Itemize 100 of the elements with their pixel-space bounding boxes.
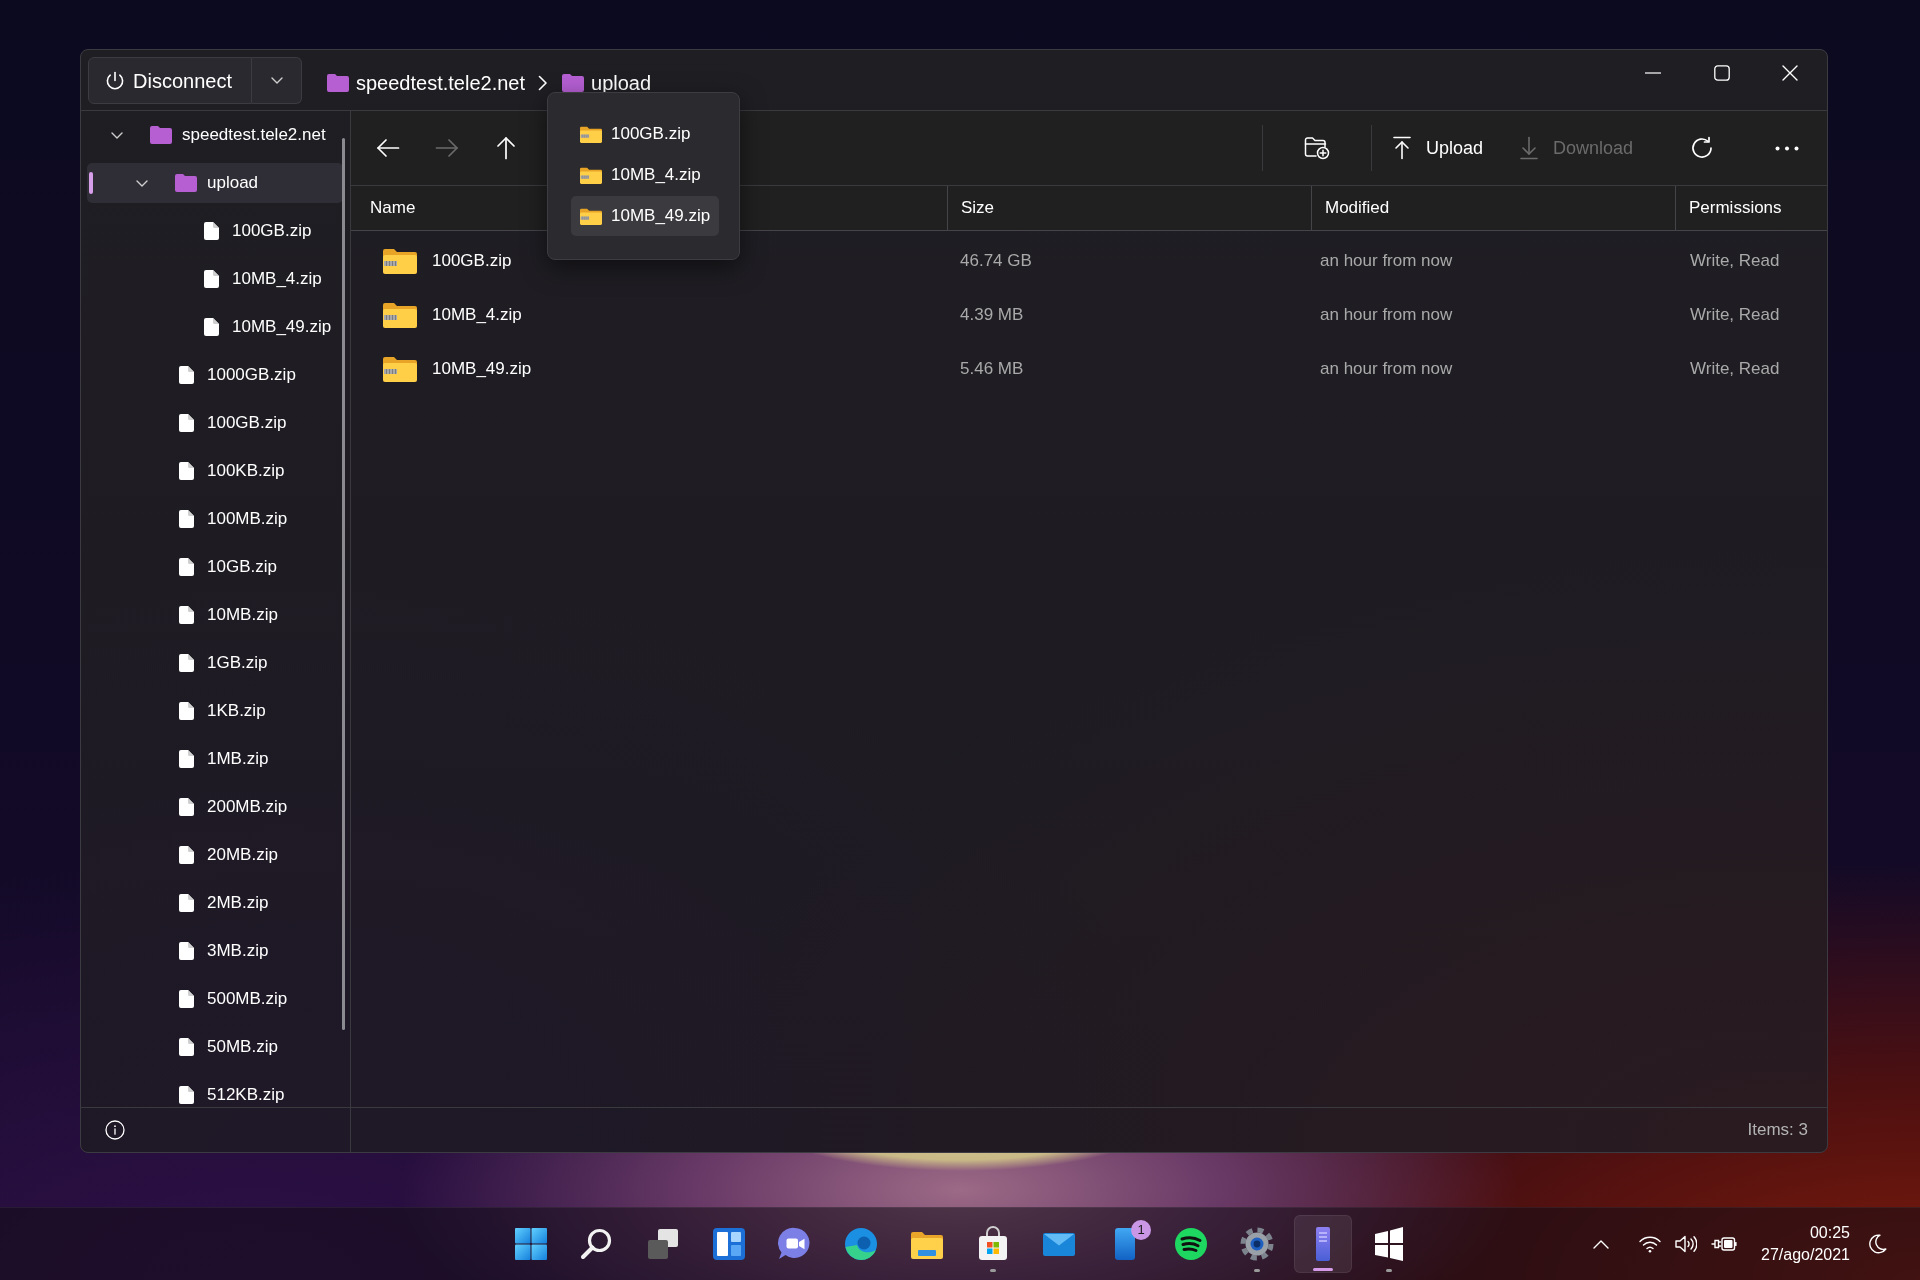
settings-icon[interactable] [1239,1226,1275,1262]
file-icon [178,510,194,528]
file-icon [178,1086,194,1104]
tree-item[interactable]: 100GB.zip [87,211,343,251]
zip-folder-icon [383,356,417,382]
table-cell: an hour from now [1320,305,1453,325]
chevron-down-icon[interactable] [136,179,148,187]
file-icon [178,942,194,960]
tree-item[interactable]: upload [87,163,343,203]
tree-item[interactable]: 1GB.zip [87,643,343,683]
tree-item[interactable]: 10MB_49.zip [87,307,343,347]
item-count: Items: 3 [1747,1119,1808,1142]
chevron-down-icon[interactable] [111,131,123,139]
arrow-up-icon[interactable] [496,136,516,160]
upload-icon [1391,136,1412,160]
file-icon [178,1038,194,1056]
selection-indicator [89,172,93,194]
chevron-up-icon[interactable] [1593,1239,1609,1249]
circle-waves-icon[interactable] [1173,1226,1209,1262]
column-header[interactable]: Modified [1311,186,1675,231]
taskbar-button[interactable] [1294,1215,1352,1273]
folder-icon [175,174,197,192]
tree-item[interactable]: 512KB.zip [87,1075,343,1107]
tree-item[interactable]: 100MB.zip [87,499,343,539]
disconnect-button[interactable]: Disconnect [88,57,252,104]
moon-icon[interactable] [1869,1234,1887,1254]
notification-badge: 1 [1131,1220,1151,1240]
file-icon [203,222,219,240]
widgets-icon[interactable] [711,1226,747,1262]
tree-item[interactable]: 1000GB.zip [87,355,343,395]
tree-item[interactable]: 3MB.zip [87,931,343,971]
battery-charging-icon[interactable] [1711,1235,1737,1253]
file-icon [178,894,194,912]
zip-folder-icon [580,207,602,225]
file-icon [203,318,219,336]
breadcrumb-item[interactable]: upload [562,68,652,98]
scrollbar-thumb[interactable] [342,138,345,1030]
file-icon [178,414,194,432]
column-header[interactable]: Permissions [1675,186,1827,231]
tree-item[interactable]: 10MB.zip [87,595,343,635]
file-icon [178,462,194,480]
tree-item[interactable]: 500MB.zip [87,979,343,1019]
clock-date[interactable]: 27/ago/2021 [1761,1244,1850,1266]
file-row[interactable]: 100GB.zip 46.74 GB an hour from now Write, Read [351,234,1827,288]
table-cell: 4.39 MB [960,305,1024,325]
chevron-right-icon[interactable] [538,75,547,91]
file-icon [178,366,194,384]
download-icon [1518,136,1539,160]
refresh-icon[interactable] [1690,136,1714,160]
tree-item[interactable]: 1KB.zip [87,691,343,731]
zip-folder-icon [580,166,602,184]
file-name: 100GB.zip [432,250,512,273]
tree-item[interactable]: 100KB.zip [87,451,343,491]
tree-item[interactable]: 1MB.zip [87,739,343,779]
zip-folder-icon [580,125,602,143]
close-icon[interactable] [1782,65,1798,81]
tree-item[interactable]: 200MB.zip [87,787,343,827]
file-row[interactable]: 10MB_4.zip 4.39 MB an hour from now Write, Read [351,288,1827,342]
tree-item[interactable]: 10MB_4.zip [87,259,343,299]
file-name: 10MB_4.zip [432,304,522,327]
upload-button[interactable]: Upload [1381,128,1493,168]
menu-item[interactable]: 10MB_4.zip [571,155,719,195]
more-icon[interactable] [1775,145,1799,151]
table-cell: Write, Read [1690,359,1780,379]
tree-item[interactable]: 50MB.zip [87,1027,343,1067]
arrow-left-icon[interactable] [376,138,400,158]
folder-plus-icon[interactable] [1303,136,1330,160]
file-icon [178,990,194,1008]
wifi-icon[interactable] [1639,1235,1661,1253]
clock-time[interactable]: 00:25 [1809,1222,1850,1244]
folder-icon [562,74,584,92]
tree-item[interactable]: speedtest.tele2.net [87,115,343,155]
maximize-icon[interactable] [1714,65,1730,81]
overlapping-squares-icon[interactable] [645,1226,681,1262]
folder-icon [150,126,172,144]
file-name: 10MB_49.zip [432,358,532,381]
file-row[interactable]: 10MB_49.zip 5.46 MB an hour from now Write, Read [351,342,1827,396]
zip-folder-icon [383,302,417,328]
folder-icon [327,74,349,92]
tree-item[interactable]: 10GB.zip [87,547,343,587]
swirl-icon[interactable] [843,1226,879,1262]
file-icon [178,750,194,768]
tree-item[interactable]: 100GB.zip [87,403,343,443]
speaker-icon[interactable] [1675,1235,1697,1253]
table-cell: Write, Read [1690,305,1780,325]
zip-folder-icon [383,248,417,274]
column-header[interactable]: Size [947,186,1311,231]
file-icon [178,654,194,672]
info-icon[interactable] [105,1120,125,1140]
start-icon[interactable] [513,1226,549,1262]
breadcrumb-item[interactable]: speedtest.tele2.net [327,68,525,98]
table-cell: Write, Read [1690,251,1780,271]
tree-item[interactable]: 20MB.zip [87,835,343,875]
file-icon [178,702,194,720]
menu-item[interactable]: 100GB.zip [571,114,719,154]
menu-item[interactable]: 10MB_49.zip [571,196,719,236]
file-icon [178,606,194,624]
file-icon [178,846,194,864]
file-icon [178,558,194,576]
tree-item[interactable]: 2MB.zip [87,883,343,923]
